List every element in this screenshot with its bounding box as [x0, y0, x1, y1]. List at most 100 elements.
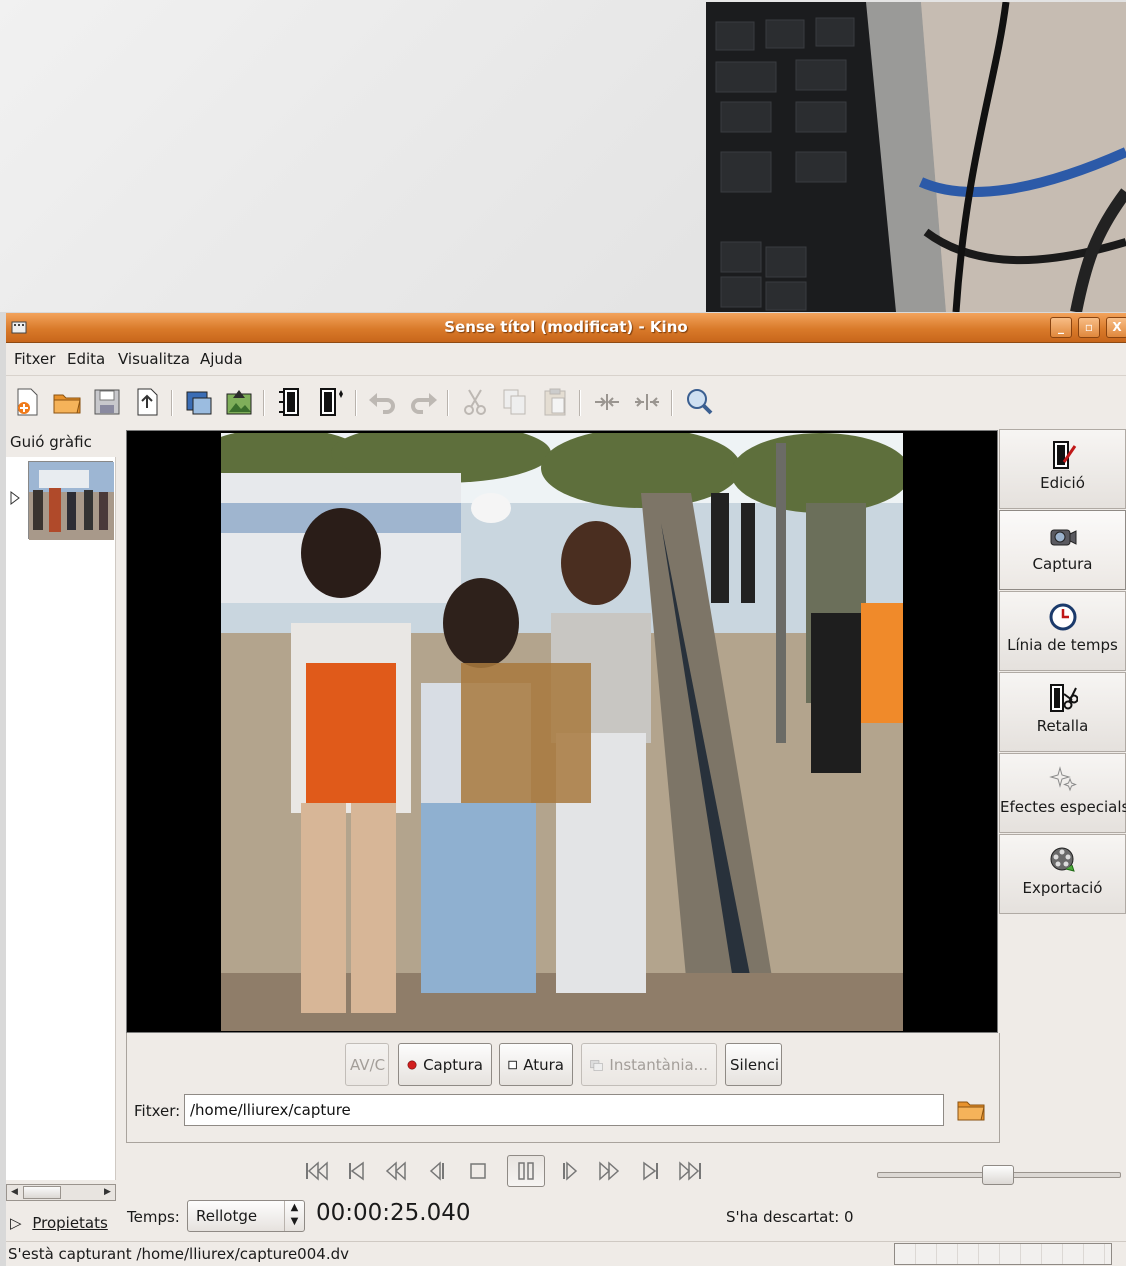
storyboard-scrollbar[interactable]: ◀ ▶	[6, 1184, 116, 1201]
copy-icon[interactable]	[499, 386, 531, 418]
previous-scene-icon[interactable]	[341, 1157, 371, 1185]
menu-ajuda[interactable]: Ajuda	[200, 350, 243, 368]
toolbar-separator	[171, 390, 173, 416]
toolbar-separator	[579, 390, 581, 416]
title-bar[interactable]: Sense títol (modificat) - Kino _ ▫ X	[6, 313, 1126, 343]
open-folder-icon	[957, 1101, 985, 1121]
file-label: Fitxer:	[134, 1102, 181, 1120]
expand-arrow-icon[interactable]	[10, 491, 20, 505]
sidebar-item-retalla[interactable]: Retalla	[999, 672, 1126, 752]
mode-sidebar: Edició Captura Línia de temps Retalla Ef…	[999, 429, 1126, 917]
sidebar-item-efectes-especials[interactable]: Efectes especials	[999, 753, 1126, 833]
sidebar-item-label: Línia de temps	[1007, 636, 1118, 654]
menu-edita[interactable]: Edita	[67, 350, 105, 368]
zoom-icon[interactable]	[683, 386, 715, 418]
close-button[interactable]: X	[1106, 317, 1126, 338]
trim-icon	[1049, 684, 1078, 712]
sparkle-icon	[1048, 766, 1077, 792]
film-reel-icon	[1050, 847, 1075, 872]
publish-icon[interactable]	[223, 386, 255, 418]
toolbar	[6, 375, 1126, 427]
time-format-value: Rellotge	[196, 1207, 258, 1225]
video-preview	[221, 433, 903, 1031]
pause-button[interactable]	[507, 1155, 545, 1187]
kino-window: Sense títol (modificat) - Kino _ ▫ X Fit…	[6, 313, 1126, 1266]
skip-start-icon[interactable]	[301, 1157, 331, 1185]
capture-button[interactable]: Captura	[398, 1043, 492, 1086]
temps-label: Temps:	[127, 1208, 180, 1226]
sidebar-item-captura[interactable]: Captura	[999, 510, 1126, 590]
capture-label: Captura	[423, 1055, 483, 1074]
toolbar-separator	[671, 390, 673, 416]
sidebar-item-exportacio[interactable]: Exportació	[999, 834, 1126, 914]
open-folder-icon[interactable]	[51, 386, 83, 418]
minimize-button[interactable]: _	[1050, 317, 1072, 338]
avc-label: AV/C	[350, 1055, 386, 1074]
scroll-left-icon[interactable]: ◀	[7, 1185, 22, 1200]
record-icon	[407, 1060, 417, 1069]
mute-label: Silenci	[730, 1055, 780, 1074]
snapshot-label: Instantània...	[609, 1055, 708, 1074]
clock-icon	[1049, 603, 1076, 631]
next-frame-icon[interactable]	[554, 1157, 584, 1185]
status-text: S'està capturant /home/lliurex/capture00…	[8, 1245, 349, 1263]
stop-icon	[508, 1060, 517, 1069]
stop-button[interactable]: Atura	[499, 1043, 573, 1086]
avc-button[interactable]: AV/C	[345, 1043, 389, 1086]
menu-visualitza[interactable]: Visualitza	[118, 350, 190, 368]
menu-fitxer[interactable]: Fitxer	[14, 350, 55, 368]
webcam-preview	[706, 2, 1126, 312]
sidebar-item-edicio[interactable]: Edició	[999, 429, 1126, 509]
new-document-icon[interactable]	[11, 386, 43, 418]
rewind-icon[interactable]	[381, 1157, 411, 1185]
toolbar-separator	[263, 390, 265, 416]
sidebar-item-linia-de-temps[interactable]: Línia de temps	[999, 591, 1126, 671]
paste-icon[interactable]	[539, 386, 571, 418]
insert-after-icon[interactable]	[315, 386, 347, 418]
next-scene-icon[interactable]	[636, 1157, 666, 1185]
stop-label: Atura	[523, 1055, 564, 1074]
scroll-thumb[interactable]	[23, 1186, 61, 1199]
save-icon[interactable]	[91, 386, 123, 418]
snapshot-button[interactable]: Instantània...	[581, 1043, 717, 1086]
properties-label: Propietats	[32, 1214, 108, 1232]
transport-controls	[301, 1153, 711, 1189]
sidebar-item-label: Captura	[1032, 555, 1093, 573]
progress-bar	[894, 1243, 1112, 1265]
join-icon[interactable]	[631, 386, 663, 418]
redo-icon[interactable]	[407, 386, 439, 418]
slider-handle[interactable]	[982, 1165, 1014, 1185]
fast-forward-icon[interactable]	[594, 1157, 624, 1185]
cut-icon[interactable]	[459, 386, 491, 418]
snapshot-icon	[590, 1059, 603, 1071]
mute-button[interactable]: Silenci	[725, 1043, 782, 1086]
sidebar-item-label: Retalla	[1036, 717, 1089, 735]
previous-frame-icon[interactable]	[423, 1157, 453, 1185]
edit-icon	[1052, 441, 1076, 469]
camera-icon	[1050, 529, 1076, 546]
capture-frame-icon[interactable]	[183, 386, 215, 418]
expand-arrow-icon: ▷	[10, 1214, 22, 1232]
export-file-icon[interactable]	[131, 386, 163, 418]
capture-file-input[interactable]	[184, 1094, 944, 1126]
timecode: 00:00:25.040	[316, 1200, 471, 1226]
shuttle-slider[interactable]	[877, 1165, 1121, 1185]
time-format-select[interactable]: Rellotge ▲ ▼	[187, 1200, 305, 1232]
browse-folder-button[interactable]	[955, 1094, 991, 1126]
toolbar-separator	[355, 390, 357, 416]
toolbar-separator	[447, 390, 449, 416]
properties-expander[interactable]: ▷ Propietats	[10, 1214, 108, 1232]
maximize-button[interactable]: ▫	[1078, 317, 1100, 338]
skip-end-icon[interactable]	[676, 1157, 706, 1185]
capture-panel: AV/C Captura Atura Instantània... Silenc…	[126, 1033, 1000, 1143]
sidebar-item-label: Edició	[1040, 474, 1085, 492]
undo-icon[interactable]	[367, 386, 399, 418]
storyboard-list[interactable]	[6, 457, 116, 1180]
stop-icon[interactable]	[463, 1157, 493, 1185]
scroll-right-icon[interactable]: ▶	[100, 1185, 115, 1200]
split-icon[interactable]	[591, 386, 623, 418]
insert-before-icon[interactable]	[275, 386, 307, 418]
status-bar: S'està capturant /home/lliurex/capture00…	[6, 1241, 1126, 1266]
storyboard-thumbnail[interactable]	[28, 461, 114, 540]
storyboard-header: Guió gràfic	[10, 433, 92, 451]
